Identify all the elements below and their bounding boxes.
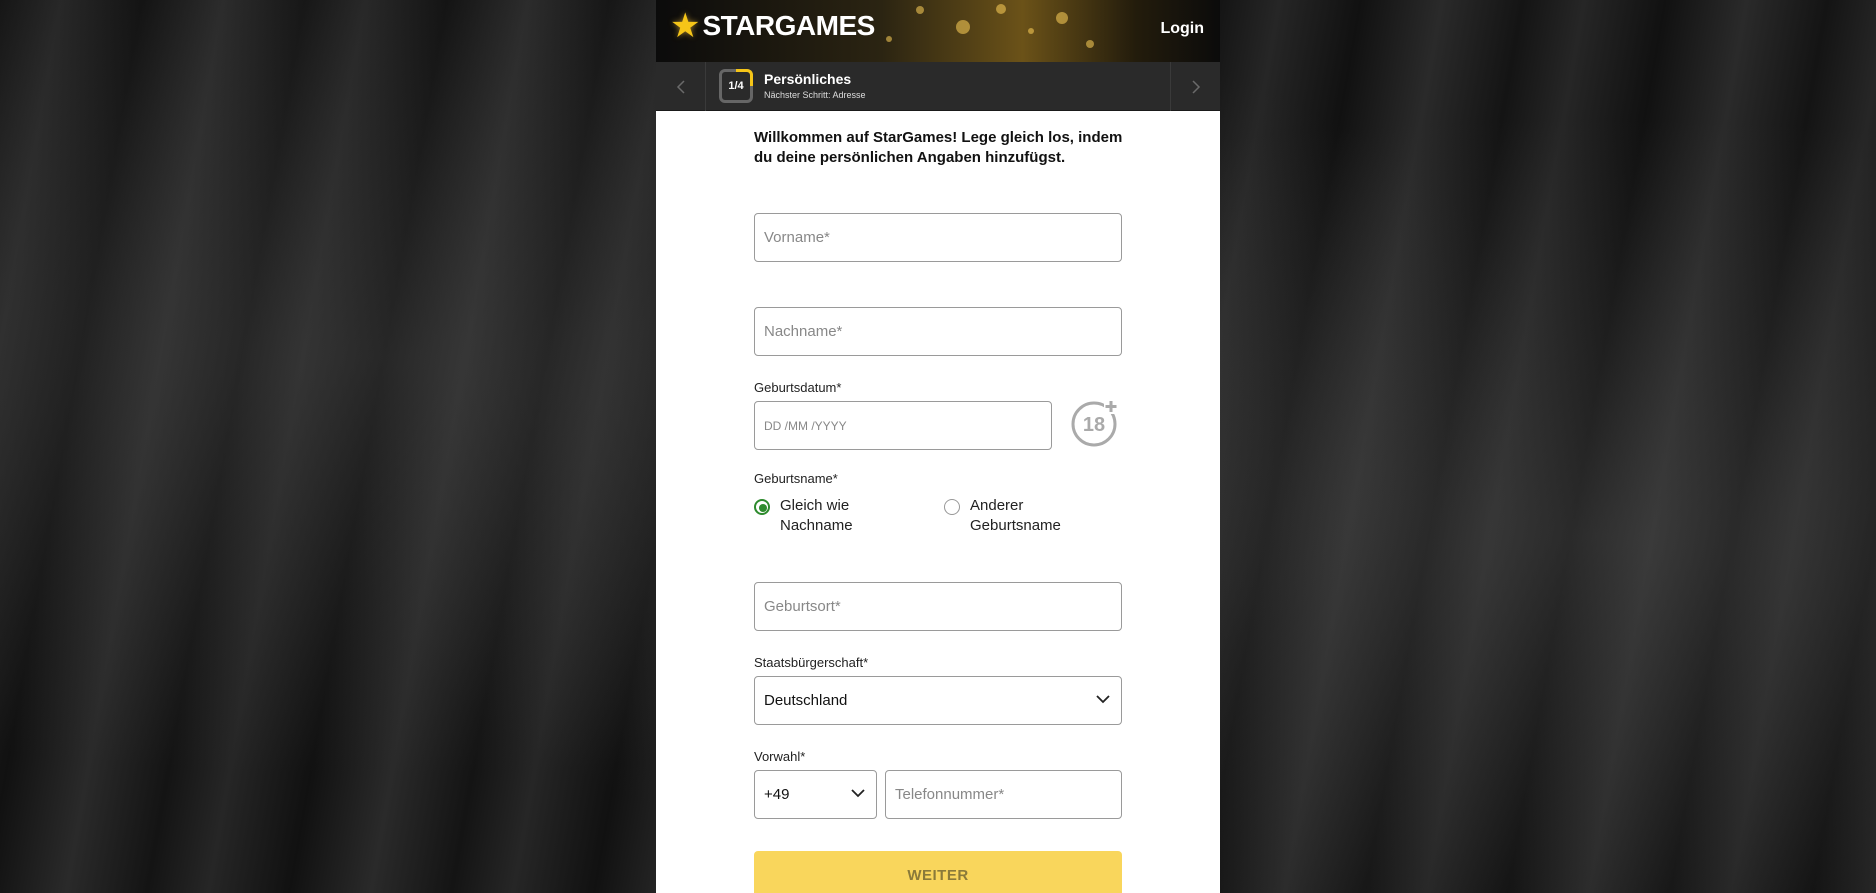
citizenship-select[interactable]: Deutschland <box>754 676 1122 725</box>
last-name-input[interactable] <box>764 308 1121 355</box>
last-name-field[interactable] <box>754 307 1122 356</box>
sparkle-decoration <box>916 6 924 14</box>
stargames-logo[interactable]: ★ STARGAMES <box>670 9 875 43</box>
sparkle-decoration <box>886 36 892 42</box>
logo-text: STARGAMES <box>702 10 875 41</box>
step-title: Persönliches <box>764 71 852 87</box>
birthplace-input[interactable] <box>764 583 1121 630</box>
birthdate-input[interactable] <box>764 402 1051 449</box>
sparkle-decoration <box>996 4 1006 14</box>
sparkle-decoration <box>1028 28 1034 34</box>
phone-number-field[interactable] <box>885 770 1122 819</box>
citizenship-label: Staatsbürgerschaft* <box>754 655 869 670</box>
phone-prefix-select[interactable]: +49 <box>754 770 877 819</box>
radio-label: Gleich wie Nachname <box>780 497 853 534</box>
login-link[interactable]: Login <box>1160 20 1204 38</box>
birthname-radio-group: Gleich wie Nachname Anderer Geburtsname <box>754 496 1122 540</box>
star-icon: ★ <box>670 7 701 45</box>
age-badge-text: 18 <box>1083 414 1105 436</box>
age-18-plus-icon: 18 <box>1071 400 1118 447</box>
birthplace-field[interactable] <box>754 582 1122 631</box>
registration-panel: ★ STARGAMES Login 1/4 Persönliches Nächs… <box>656 0 1220 893</box>
chevron-right-icon <box>1191 79 1200 94</box>
sparkle-decoration <box>956 20 970 34</box>
phone-prefix-value: +49 <box>764 786 790 803</box>
continue-button[interactable]: WEITER <box>754 851 1122 893</box>
radio-same-as-lastname[interactable]: Gleich wie Nachname <box>754 496 890 536</box>
phone-number-input[interactable] <box>895 771 1121 818</box>
step-bar: 1/4 Persönliches Nächster Schritt: Adres… <box>656 62 1220 111</box>
radio-button-selected[interactable] <box>754 499 770 515</box>
citizenship-value: Deutschland <box>764 692 848 709</box>
previous-step-button[interactable] <box>656 62 706 111</box>
intro-text: Willkommen auf StarGames! Lege gleich lo… <box>754 129 1123 166</box>
chevron-left-icon <box>676 79 685 94</box>
first-name-input[interactable] <box>764 214 1121 261</box>
chevron-down-icon <box>851 789 865 798</box>
radio-other-birthname[interactable]: Anderer Geburtsname <box>944 496 1080 536</box>
radio-label: Anderer Geburtsname <box>970 497 1061 534</box>
birthdate-field[interactable] <box>754 401 1052 450</box>
birthname-label: Geburtsname* <box>754 471 838 486</box>
sparkle-decoration <box>1056 12 1068 24</box>
first-name-field[interactable] <box>754 213 1122 262</box>
next-step-label: Nächster Schritt: Adresse <box>764 90 866 100</box>
radio-button[interactable] <box>944 499 960 515</box>
birthdate-label: Geburtsdatum* <box>754 380 842 395</box>
sparkle-decoration <box>1086 40 1094 48</box>
chevron-down-icon <box>1096 695 1110 704</box>
top-header: ★ STARGAMES Login <box>656 0 1220 62</box>
next-step-button[interactable] <box>1170 62 1220 111</box>
prefix-label: Vorwahl* <box>754 749 806 764</box>
step-counter: 1/4 <box>719 69 753 103</box>
